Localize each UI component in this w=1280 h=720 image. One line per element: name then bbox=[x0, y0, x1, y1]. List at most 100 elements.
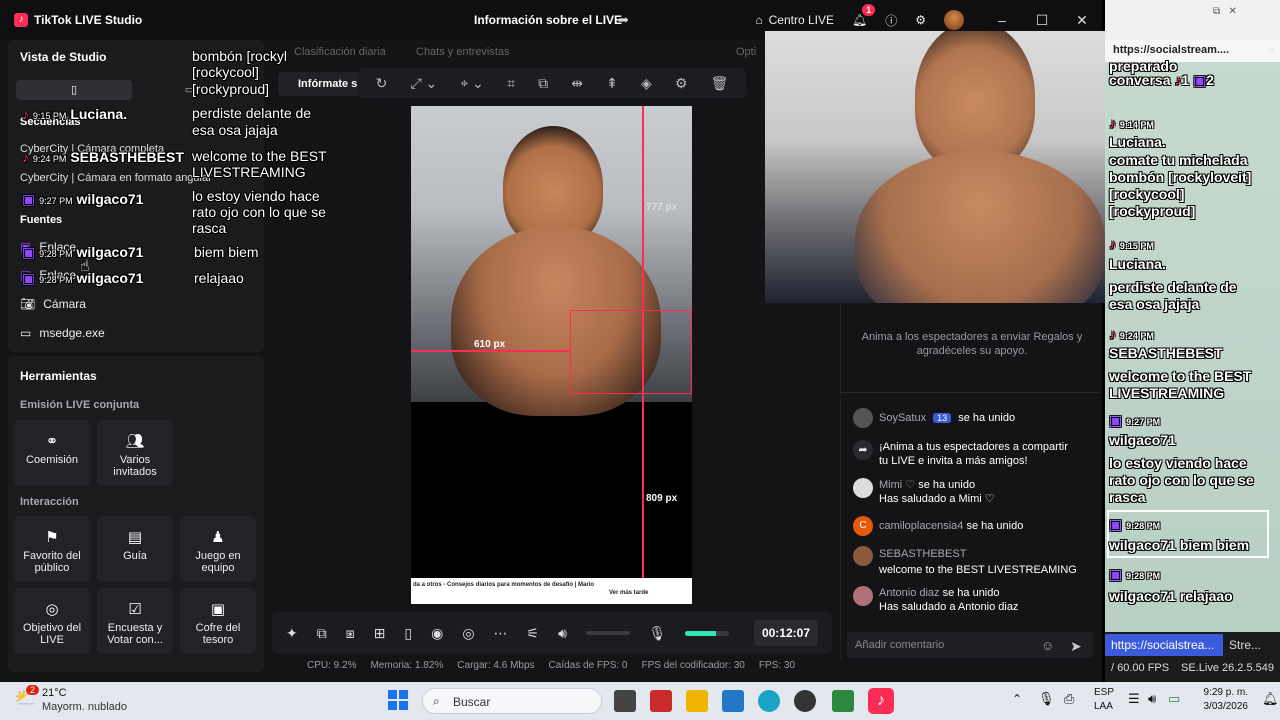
notification-center-icon[interactable]: 🔔︎ bbox=[1262, 691, 1279, 707]
selection-box[interactable] bbox=[570, 310, 692, 394]
cpu-stat: CPU: 9.2% bbox=[307, 660, 357, 671]
ai-icon[interactable]: ⧆ bbox=[346, 625, 355, 642]
settings-button[interactable]: ⚙ bbox=[915, 13, 926, 27]
live-info-title[interactable]: Información sobre el LIVE bbox=[474, 13, 622, 27]
copy-icon[interactable]: ⧉ bbox=[538, 75, 548, 92]
language-1[interactable]: ESP bbox=[1094, 687, 1114, 698]
profile-avatar[interactable] bbox=[944, 10, 964, 30]
language-2[interactable]: LAA bbox=[1094, 701, 1113, 712]
tile-label: Favorito del público bbox=[23, 550, 81, 574]
minimize-button[interactable]: – bbox=[982, 12, 1022, 28]
crop-icon[interactable]: ⌗ bbox=[507, 75, 515, 92]
more-icon[interactable]: ⋯ bbox=[494, 625, 508, 642]
file-explorer-icon[interactable] bbox=[686, 690, 708, 712]
social-status-bar: / 60.00 FPS SE.Live 26.2.5.549 bbox=[1105, 658, 1280, 682]
store-icon[interactable] bbox=[722, 690, 744, 712]
trash-icon[interactable]: 🗑︎ bbox=[711, 75, 729, 92]
close-button[interactable]: ✕ bbox=[1062, 12, 1102, 29]
twitch-icon: ▣ bbox=[1193, 72, 1207, 88]
fit-icon[interactable]: ⤢ ⌄ bbox=[410, 75, 437, 92]
centro-live-button[interactable]: ⌂ Centro LIVE bbox=[755, 13, 834, 27]
emoji-icon[interactable]: ☺ bbox=[1041, 638, 1054, 653]
chat-name[interactable]: Mimi ♡ bbox=[879, 479, 915, 491]
notifications-button[interactable]: 🔔︎ 1 bbox=[852, 4, 876, 27]
px-809-label: 809 px bbox=[646, 493, 678, 504]
mic-icon[interactable]: 🎙︎ bbox=[1038, 691, 1055, 707]
phone-icon[interactable]: ▯ bbox=[404, 625, 412, 642]
coemision-tile[interactable]: ⚭ Coemisión bbox=[14, 420, 90, 486]
live-preview-canvas[interactable]: 777 px 610 px 809 px da a otros - Consej… bbox=[411, 106, 692, 604]
obs-icon[interactable] bbox=[794, 690, 816, 712]
source-item-msedge[interactable]: ▭ msedge.exe bbox=[20, 326, 105, 340]
clock-time[interactable]: 9:29 p. m. bbox=[1196, 687, 1248, 698]
informate-banner[interactable]: Infórmate s bbox=[278, 72, 360, 96]
encuesta-tile[interactable]: ☑ Encuesta y Votar con... bbox=[97, 588, 173, 654]
settings-icon[interactable]: ⚙ bbox=[675, 75, 688, 92]
avatar bbox=[944, 10, 964, 30]
social-line: Luciana. bbox=[1109, 134, 1166, 150]
help-button[interactable]: ⓘ bbox=[885, 12, 897, 29]
mic-icon[interactable]: 🎙︎ bbox=[649, 625, 667, 642]
speaker-icon[interactable]: 🔊︎ bbox=[1148, 691, 1156, 707]
layers-icon[interactable]: ◈ bbox=[641, 75, 652, 92]
network-icon[interactable]: ⎙ bbox=[1064, 691, 1074, 707]
chat-name[interactable]: SEBASTHEBEST bbox=[879, 548, 966, 560]
share-icon[interactable]: ➦ bbox=[618, 12, 629, 28]
app-icon-red[interactable] bbox=[650, 690, 672, 712]
mixer-icon[interactable]: ⚟ bbox=[527, 625, 540, 642]
record-icon[interactable]: ◉ bbox=[431, 625, 443, 642]
tile-label: Varios invitados bbox=[113, 454, 157, 478]
windows-start-icon[interactable] bbox=[388, 690, 408, 710]
app-icon-green[interactable] bbox=[832, 690, 854, 712]
clock-date[interactable]: 3/03/2026 bbox=[1196, 701, 1249, 712]
magic-icon[interactable]: ✦ bbox=[286, 625, 298, 642]
tab-clasificacion[interactable]: Clasificación diaria bbox=[294, 46, 386, 58]
overlay-line: biem biem bbox=[194, 244, 259, 260]
scene-item-angular-camera[interactable]: CyberCity | Cámara en formato angular bbox=[20, 172, 212, 184]
speaker-icon[interactable]: 🔊︎ bbox=[558, 625, 567, 642]
battery-icon[interactable]: ▭ bbox=[1168, 691, 1180, 707]
chevron-up-icon[interactable]: ⌃ bbox=[1012, 692, 1022, 706]
objetivo-tile[interactable]: ◎ Objetivo del LIVE bbox=[14, 588, 90, 654]
guia-tile[interactable]: ▤ Guía bbox=[97, 516, 173, 582]
social-line: ▣ 9:28 PM bbox=[1109, 516, 1160, 533]
taskbar-search[interactable]: ⌕ Buscar bbox=[422, 688, 602, 714]
replay-icon[interactable]: ◎ bbox=[462, 625, 474, 642]
tab-socialstream[interactable]: https://socialstrea... bbox=[1105, 634, 1223, 656]
tab-chats[interactable]: Chats y entrevistas bbox=[416, 46, 510, 58]
center-icon[interactable]: ⌖ ⌄ bbox=[460, 75, 484, 92]
task-view-icon[interactable] bbox=[614, 690, 636, 712]
webcam-window[interactable] bbox=[765, 31, 1113, 303]
flip-icon[interactable]: ⇹ bbox=[571, 75, 583, 92]
chat-name[interactable]: camiloplacensia4 bbox=[879, 520, 963, 532]
vista-de-studio-title[interactable]: Vista de Studio bbox=[20, 50, 106, 64]
wifi-icon[interactable]: ☰ bbox=[1128, 691, 1140, 707]
comment-input[interactable]: Añadir comentario bbox=[847, 632, 1093, 658]
maximize-button[interactable]: ☐ bbox=[1022, 12, 1062, 29]
chat-name[interactable]: Antonio diaz bbox=[879, 587, 940, 599]
send-icon[interactable]: ➤ bbox=[1070, 638, 1082, 655]
volume-slider[interactable] bbox=[585, 631, 630, 635]
cofre-tile[interactable]: ▣ Cofre del tesoro bbox=[180, 588, 256, 654]
source-item-camera[interactable]: 📷︎ Cámara bbox=[20, 297, 86, 311]
tab-opti[interactable]: Opti bbox=[736, 46, 756, 58]
notification-badge: 1 bbox=[862, 4, 876, 16]
temperature[interactable]: 21°C bbox=[42, 687, 67, 699]
social-url[interactable]: https://socialstream.... bbox=[1113, 44, 1229, 56]
edge-icon[interactable] bbox=[758, 690, 780, 712]
frame-icon[interactable]: ⊞ bbox=[374, 625, 386, 642]
close-icon[interactable]: ✕ bbox=[1267, 44, 1276, 57]
tab-stream[interactable]: Stre... bbox=[1223, 634, 1267, 656]
tiktok-live-taskbar-icon[interactable]: ♪ bbox=[868, 688, 894, 714]
favorito-tile[interactable]: ⚑ Favorito del público bbox=[14, 516, 90, 582]
portrait-toggle[interactable]: ▯ bbox=[16, 80, 132, 100]
varios-invitados-tile[interactable]: 👥︎ Varios invitados bbox=[97, 420, 173, 486]
window-controls[interactable]: ⧉ ✕ bbox=[1213, 6, 1237, 17]
rotate-icon[interactable]: ↻ bbox=[376, 75, 388, 92]
bring-front-icon[interactable]: ⇞ bbox=[606, 75, 618, 92]
screen-add-icon[interactable]: ⧉ bbox=[317, 625, 327, 642]
juego-equipo-tile[interactable]: ♟ Juego en equipo bbox=[180, 516, 256, 582]
weather-desc[interactable]: Mayorm. nublado bbox=[42, 701, 127, 713]
chat-name[interactable]: SoySatux bbox=[879, 412, 926, 424]
overlay-line: welcome to the BEST bbox=[192, 148, 327, 164]
